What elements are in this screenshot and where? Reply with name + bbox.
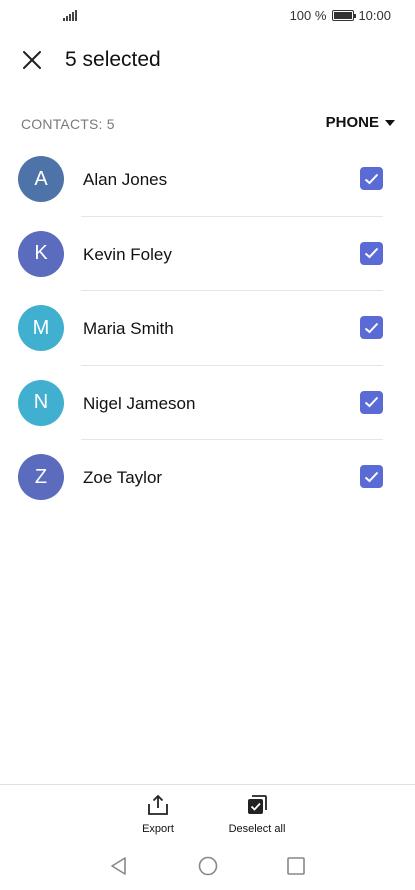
dropdown-caret-icon [385,119,395,126]
system-nav-bar [0,848,415,884]
triangle-back-icon[interactable] [107,854,131,878]
contact-row[interactable]: M Maria Smith [0,291,415,366]
avatar: A [18,156,64,202]
square-recents-icon[interactable] [284,854,308,878]
signal-icon [63,10,77,21]
avatar: M [18,305,64,351]
battery-icon [332,10,357,21]
close-icon [23,51,41,69]
avatar: Z [18,454,64,500]
contact-checkbox[interactable] [360,241,383,265]
avatar: N [18,379,64,426]
contact-row[interactable]: K Kevin Foley [0,217,415,291]
page-title: 5 selected [65,48,161,71]
contact-checkbox[interactable] [360,167,383,190]
bottom-action-bar: Export Deselect all [0,784,415,842]
contact-row[interactable]: A Alan Jones [0,142,415,217]
avatar: K [18,230,64,277]
export-button[interactable]: Export [136,793,180,835]
battery-percent: 100 % [289,8,327,23]
checkmark-icon [364,247,379,259]
deselect-all-label: Deselect all [228,823,286,835]
contact-name: Zoe Taylor [83,468,163,487]
share-export-icon [148,794,168,815]
list-header: CONTACTS: 5 PHONE [0,112,415,136]
checkmark-icon [364,471,379,482]
export-label: Export [142,823,174,835]
contact-name: Nigel Jameson [83,393,196,413]
clock: 10:00 [358,8,391,23]
circle-home-icon[interactable] [196,854,220,878]
contact-checkbox[interactable] [360,390,383,414]
contact-name: Alan Jones [83,170,168,189]
account-filter-label: PHONE [325,114,379,131]
contact-list: A Alan Jones K Kevin Foley M Maria Smith… [0,142,415,515]
status-bar: 100 % 10:00 [0,0,415,32]
deselect-all-button[interactable]: Deselect all [222,793,292,835]
checkmark-icon [364,396,379,408]
contact-checkbox[interactable] [360,465,383,488]
status-right: 100 % 10:00 [290,8,391,23]
contact-row[interactable]: Z Zoe Taylor [0,440,415,515]
contacts-count: CONTACTS: 5 [21,116,115,132]
account-filter-dropdown[interactable]: PHONE [326,114,395,131]
contact-name: Kevin Foley [83,244,172,264]
close-button[interactable] [14,42,50,78]
contact-row[interactable]: N Nigel Jameson [0,366,415,440]
contact-name: Maria Smith [83,319,174,338]
contact-checkbox[interactable] [360,316,383,339]
deselect-all-icon [248,795,267,814]
checkmark-icon [364,173,379,184]
app-bar: 5 selected [0,38,415,82]
checkmark-icon [364,322,379,333]
